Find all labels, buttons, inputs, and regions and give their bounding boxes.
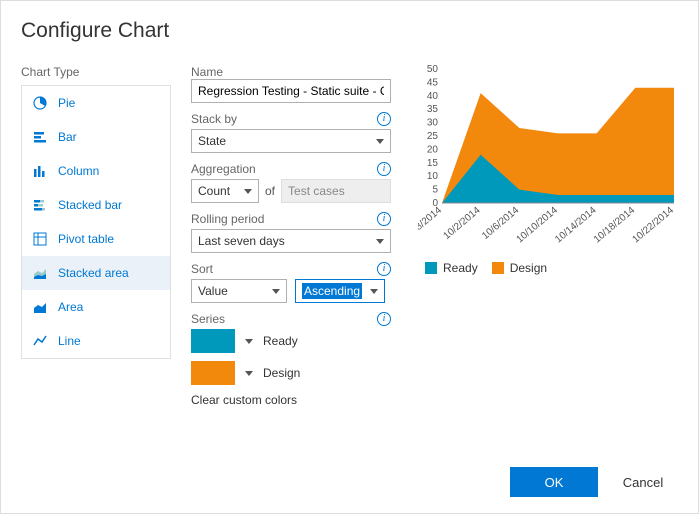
chart-type-label: Pivot table <box>58 232 114 246</box>
svg-text:10/18/2014: 10/18/2014 <box>592 205 638 245</box>
legend-swatch <box>492 262 504 274</box>
clear-custom-colors-link[interactable]: Clear custom colors <box>191 393 391 407</box>
svg-text:9/28/2014: 9/28/2014 <box>418 205 444 242</box>
chart-type-pivot-table[interactable]: Pivot table <box>22 222 170 256</box>
stack-by-label: Stack by <box>191 112 237 126</box>
series-color-design[interactable] <box>191 361 235 385</box>
area-icon <box>32 299 48 315</box>
legend-label: Ready <box>443 261 478 275</box>
svg-text:50: 50 <box>427 65 439 75</box>
name-label: Name <box>191 65 391 79</box>
chart-type-stacked-area[interactable]: Stacked area <box>22 256 170 290</box>
sort-direction-value: Ascending <box>302 283 362 299</box>
svg-text:10/10/2014: 10/10/2014 <box>515 205 561 245</box>
svg-text:10/22/2014: 10/22/2014 <box>631 205 677 245</box>
stack-by-value: State <box>198 134 226 148</box>
chevron-down-icon <box>244 189 252 194</box>
chart-type-label: Stacked bar <box>58 198 122 212</box>
aggregation-value: Count <box>198 184 230 198</box>
svg-text:25: 25 <box>427 131 439 142</box>
chart-type-label: Bar <box>58 130 77 144</box>
info-icon[interactable]: i <box>377 212 391 226</box>
chart-type-pie[interactable]: Pie <box>22 86 170 120</box>
series-label: Series <box>191 312 225 326</box>
svg-text:40: 40 <box>427 91 439 102</box>
svg-text:20: 20 <box>427 144 439 155</box>
stack-by-select[interactable]: State <box>191 129 391 153</box>
info-icon[interactable]: i <box>377 312 391 326</box>
chart-type-label: Pie <box>58 96 75 110</box>
legend-item-design: Design <box>492 261 547 275</box>
line-icon <box>32 333 48 349</box>
chart-type-label: Area <box>58 300 83 314</box>
chart-type-list: Pie Bar Column Stacked bar Pivot table Stacke… <box>21 85 171 359</box>
chart-type-area[interactable]: Area <box>22 290 170 324</box>
chevron-down-icon <box>376 139 384 144</box>
sort-direction-select[interactable]: Ascending <box>295 279 385 303</box>
bar-icon <box>32 129 48 145</box>
info-icon[interactable]: i <box>377 112 391 126</box>
dialog-title: Configure Chart <box>21 19 678 43</box>
aggregation-label: Aggregation <box>191 162 256 176</box>
series-name: Ready <box>263 334 298 348</box>
pivot-table-icon <box>32 231 48 247</box>
column-icon <box>32 163 48 179</box>
svg-text:35: 35 <box>427 104 439 115</box>
svg-text:15: 15 <box>427 158 439 169</box>
aggregation-select[interactable]: Count <box>191 179 259 203</box>
chart-type-heading: Chart Type <box>21 65 171 79</box>
chart-type-line[interactable]: Line <box>22 324 170 358</box>
info-icon[interactable]: i <box>377 162 391 176</box>
sort-field-value: Value <box>198 284 228 298</box>
chevron-down-icon <box>376 239 384 244</box>
stacked-bar-icon <box>32 197 48 213</box>
legend-swatch <box>425 262 437 274</box>
aggregation-of-label: of <box>265 184 275 198</box>
pie-icon <box>32 95 48 111</box>
chevron-down-icon <box>272 289 280 294</box>
info-icon[interactable]: i <box>377 262 391 276</box>
rolling-label: Rolling period <box>191 212 264 226</box>
rolling-value: Last seven days <box>198 234 285 248</box>
svg-text:5: 5 <box>432 185 438 196</box>
series-name: Design <box>263 366 300 380</box>
legend-item-ready: Ready <box>425 261 478 275</box>
sort-label: Sort <box>191 262 213 276</box>
svg-text:10/2/2014: 10/2/2014 <box>441 205 482 242</box>
name-input[interactable] <box>191 79 391 103</box>
svg-text:30: 30 <box>427 118 439 129</box>
stacked-area-icon <box>32 265 48 281</box>
chevron-down-icon[interactable] <box>245 339 253 344</box>
chart-type-column[interactable]: Column <box>22 154 170 188</box>
chart-type-label: Line <box>58 334 81 348</box>
sort-field-select[interactable]: Value <box>191 279 287 303</box>
ok-button[interactable]: OK <box>510 467 598 497</box>
chart-type-stacked-bar[interactable]: Stacked bar <box>22 188 170 222</box>
svg-text:10/14/2014: 10/14/2014 <box>553 205 599 245</box>
legend-label: Design <box>510 261 547 275</box>
svg-text:10: 10 <box>427 171 439 182</box>
svg-text:45: 45 <box>427 77 439 88</box>
chart-type-label: Column <box>58 164 99 178</box>
chevron-down-icon <box>370 289 378 294</box>
aggregation-target: Test cases <box>281 179 391 203</box>
chevron-down-icon[interactable] <box>245 371 253 376</box>
rolling-select[interactable]: Last seven days <box>191 229 391 253</box>
chart-type-bar[interactable]: Bar <box>22 120 170 154</box>
chart-preview: 051015202530354045509/28/201410/2/201410… <box>418 65 678 245</box>
chart-type-label: Stacked area <box>58 266 129 280</box>
series-color-ready[interactable] <box>191 329 235 353</box>
cancel-button[interactable]: Cancel <box>608 467 678 497</box>
